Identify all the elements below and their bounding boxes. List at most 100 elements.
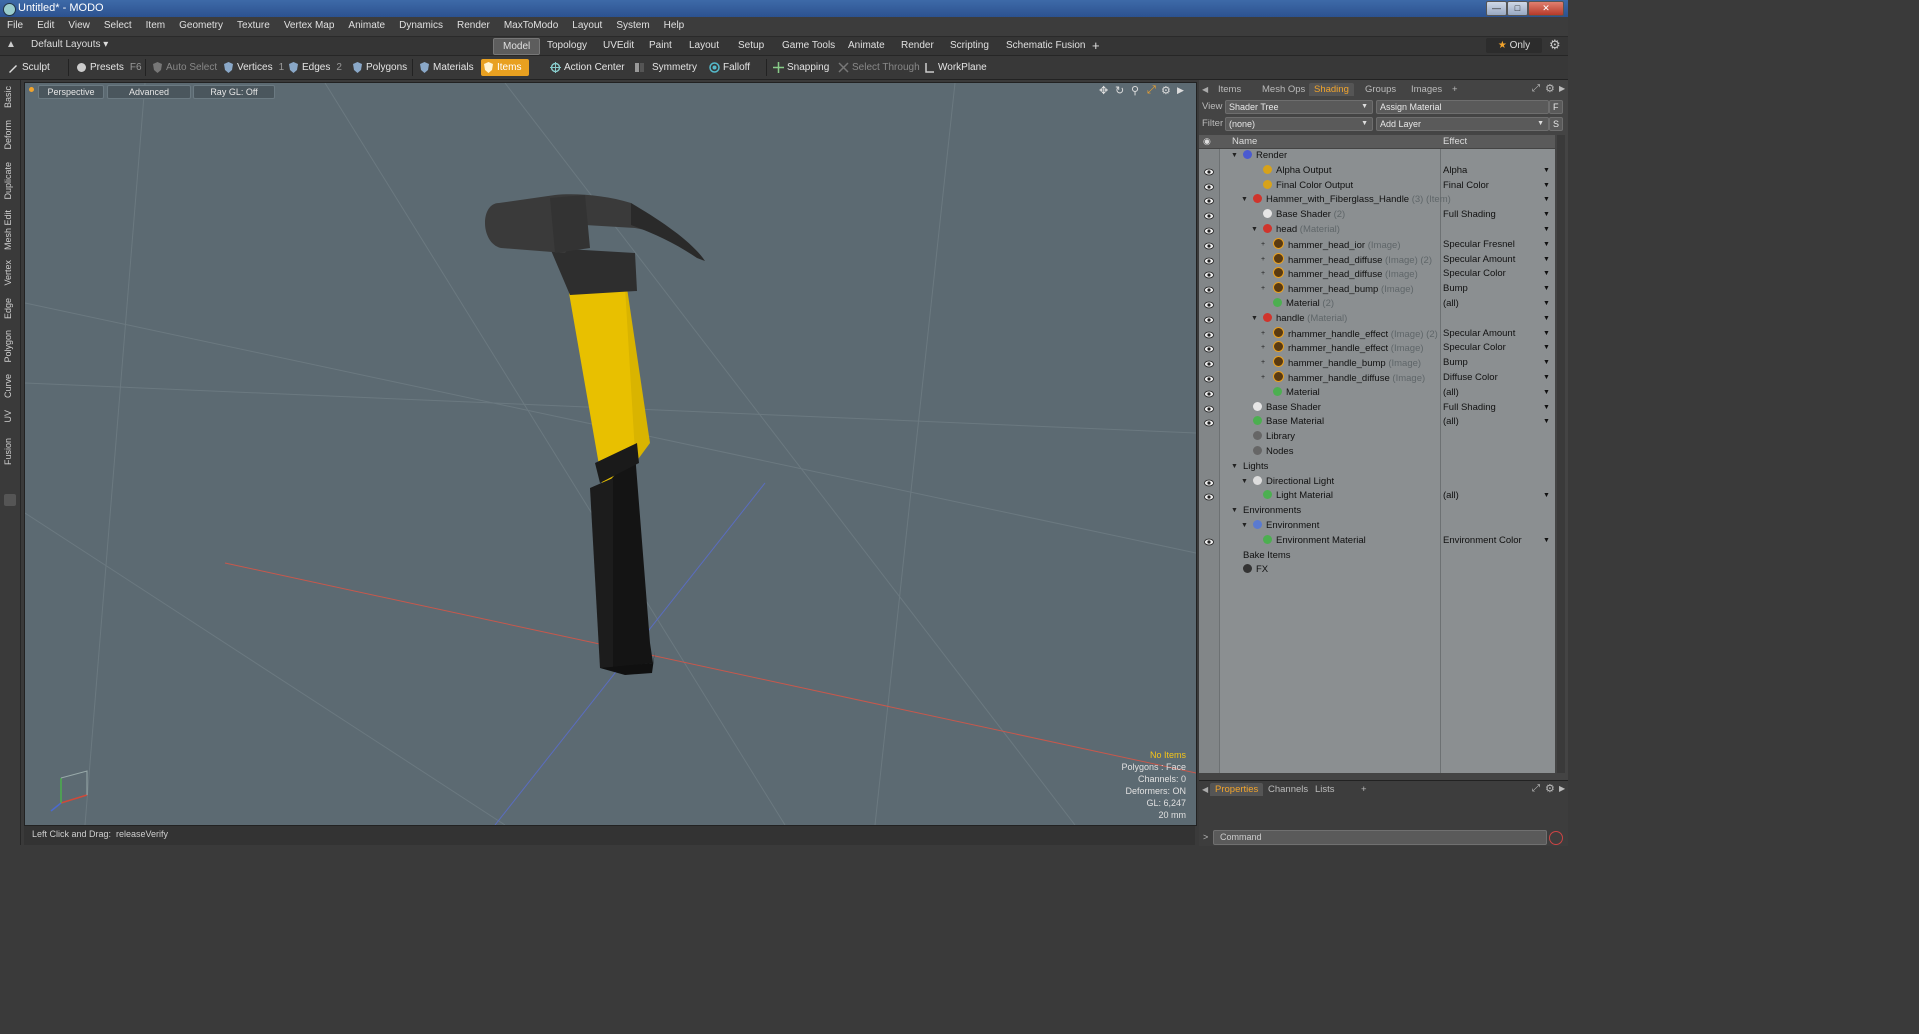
menu-view[interactable]: View (61, 17, 97, 31)
expand-arrow-icon[interactable]: ▼ (1231, 460, 1238, 475)
eye-icon[interactable] (1204, 344, 1214, 353)
effect-dropdown-arrow-icon[interactable]: ▼ (1543, 253, 1550, 268)
tree-row[interactable]: + hammer_head_bump (Image) Bump ▼ (1199, 282, 1555, 297)
tree-row-effect[interactable]: (all) (1443, 415, 1459, 430)
lower-add-tab-button[interactable]: + (1356, 783, 1372, 796)
tab-schematic-fusion[interactable]: Schematic Fusion (997, 38, 1094, 53)
menu-vertex-map[interactable]: Vertex Map (277, 17, 342, 31)
expand-arrow-icon[interactable]: ▼ (1241, 519, 1248, 534)
eye-icon[interactable] (1204, 478, 1214, 486)
expand-arrow-icon[interactable]: ▼ (1251, 312, 1258, 327)
only-toggle[interactable]: ★ Only (1486, 38, 1542, 53)
panel-menu-arrow-icon[interactable]: ▶ (1559, 84, 1565, 93)
maximize-button[interactable]: □ (1507, 1, 1528, 16)
lower-tab-lists[interactable]: Lists (1310, 783, 1340, 796)
layout-collapse-icon[interactable]: ▲ (6, 39, 16, 50)
effect-dropdown-arrow-icon[interactable]: ▼ (1543, 193, 1550, 208)
eye-icon[interactable] (1204, 537, 1214, 546)
tab-model[interactable]: Model (493, 38, 541, 55)
eye-icon[interactable] (1204, 492, 1214, 501)
tree-row[interactable]: Final Color Output Final Color ▼ (1199, 179, 1555, 194)
tree-row[interactable]: ▼ Environment (1199, 519, 1555, 534)
tree-row-effect[interactable]: Specular Fresnel (1443, 238, 1515, 253)
expand-plus-icon[interactable]: + (1261, 327, 1265, 342)
expand-arrow-icon[interactable]: ▼ (1241, 475, 1248, 490)
tree-row[interactable]: ▼ handle (Material) ▼ (1199, 312, 1555, 327)
toolbox-tab-duplicate[interactable]: Duplicate (3, 162, 13, 200)
gear-icon[interactable]: ⚙ (1549, 37, 1561, 53)
toolbox-options-button[interactable] (4, 494, 16, 506)
tree-row[interactable]: Light Material (all) ▼ (1199, 489, 1555, 504)
tree-row[interactable]: Environment Material Environment Color ▼ (1199, 534, 1555, 549)
toolbox-tab-vertex[interactable]: Vertex (3, 260, 13, 286)
edges-button[interactable]: Edges 2 (286, 59, 342, 76)
expand-plus-icon[interactable]: + (1261, 356, 1265, 371)
tree-row[interactable]: Base Shader (2) Full Shading ▼ (1199, 208, 1555, 223)
effect-dropdown-arrow-icon[interactable]: ▼ (1543, 386, 1550, 401)
effect-dropdown-arrow-icon[interactable]: ▼ (1543, 489, 1550, 504)
eye-icon[interactable] (1204, 196, 1214, 205)
add-layer-dropdown[interactable]: Add Layer ▼ (1376, 117, 1549, 131)
lower-panel-menu-arrow-icon[interactable]: ▶ (1559, 784, 1565, 793)
workplane-button[interactable]: WorkPlane (922, 59, 987, 76)
expand-plus-icon[interactable]: + (1261, 341, 1265, 356)
toolbox-tab-curve[interactable]: Curve (3, 374, 13, 398)
add-tab-button[interactable]: + (1083, 38, 1109, 53)
tree-row[interactable]: Material (2) (all) ▼ (1199, 297, 1555, 312)
expand-plus-icon[interactable]: + (1261, 282, 1265, 297)
hammer-model[interactable] (484, 194, 705, 675)
effect-dropdown-arrow-icon[interactable]: ▼ (1543, 415, 1550, 430)
layout-preset-dropdown[interactable]: Default Layouts ▾ (31, 39, 108, 50)
tree-row[interactable]: ▼ Render (1199, 149, 1555, 164)
effect-dropdown-arrow-icon[interactable]: ▼ (1543, 356, 1550, 371)
panel-expand-icon[interactable]: ⤢ (1532, 83, 1540, 94)
panel-tab-shading[interactable]: Shading (1309, 83, 1354, 96)
tree-row[interactable]: + hammer_head_diffuse (Image) Specular Col… (1199, 267, 1555, 282)
toolbox-tab-fusion[interactable]: Fusion (3, 438, 13, 465)
effect-dropdown-arrow-icon[interactable]: ▼ (1543, 297, 1550, 312)
assign-material-button[interactable]: Assign Material (1376, 100, 1549, 114)
effect-dropdown-arrow-icon[interactable]: ▼ (1543, 164, 1550, 179)
raygl-button[interactable]: Ray GL: Off (193, 85, 275, 99)
tree-row[interactable]: ▼ Environments (1199, 504, 1555, 519)
tab-layout[interactable]: Layout (680, 38, 728, 53)
tree-row-effect[interactable]: (all) (1443, 297, 1459, 312)
panel-gear-icon[interactable]: ⚙ (1545, 82, 1555, 95)
menu-layout[interactable]: Layout (565, 17, 609, 31)
lower-tab-properties[interactable]: Properties (1210, 783, 1264, 796)
viewport-menu-arrow-icon[interactable]: ▶ (1177, 85, 1184, 96)
menu-item[interactable]: Item (139, 17, 172, 31)
auto-select-button[interactable]: Auto Select (150, 59, 217, 76)
tab-setup[interactable]: Setup (729, 38, 773, 53)
tree-row[interactable]: + hammer_handle_diffuse (Image) Diffuse Co… (1199, 371, 1555, 386)
expand-arrow-icon[interactable]: ▼ (1251, 223, 1258, 238)
pan-icon[interactable]: ✥ (1099, 84, 1108, 97)
tree-row[interactable]: FX (1199, 563, 1555, 578)
close-button[interactable]: ✕ (1528, 1, 1564, 16)
lower-panel-expand-icon[interactable]: ⤢ (1532, 783, 1540, 794)
effect-dropdown-arrow-icon[interactable]: ▼ (1543, 371, 1550, 386)
tree-row[interactable]: + rhammer_handle_effect (Image) (2) Specul… (1199, 326, 1555, 342)
eye-icon[interactable] (1204, 300, 1214, 309)
tree-row-effect[interactable]: Environment Color (1443, 534, 1522, 549)
panel-add-tab-button[interactable]: + (1447, 83, 1463, 96)
viewport-canvas[interactable] (25, 83, 1196, 825)
eye-icon[interactable] (1204, 226, 1214, 235)
menu-maxtomodo[interactable]: MaxToModo (497, 17, 565, 31)
menu-system[interactable]: System (609, 17, 656, 31)
tree-row-effect[interactable]: Specular Color (1443, 267, 1506, 282)
tree-row[interactable]: Base Material (all) ▼ (1199, 415, 1555, 430)
falloff-button[interactable]: Falloff (707, 59, 750, 76)
effect-dropdown-arrow-icon[interactable]: ▼ (1543, 401, 1550, 416)
eye-icon[interactable] (1204, 241, 1214, 250)
tree-scrollbar[interactable] (1557, 135, 1565, 773)
select-through-button[interactable]: Select Through (836, 59, 920, 76)
tree-row[interactable]: + hammer_head_diffuse (Image) (2) Specular… (1199, 252, 1555, 268)
tree-row[interactable]: Alpha Output Alpha ▼ (1199, 164, 1555, 179)
menu-edit[interactable]: Edit (30, 17, 61, 31)
filter-dropdown[interactable]: (none) ▼ (1225, 117, 1373, 131)
eye-icon[interactable] (1204, 374, 1214, 383)
tab-scripting[interactable]: Scripting (941, 38, 998, 53)
expand-arrow-icon[interactable]: ▼ (1231, 504, 1238, 519)
menu-file[interactable]: File (0, 17, 30, 31)
